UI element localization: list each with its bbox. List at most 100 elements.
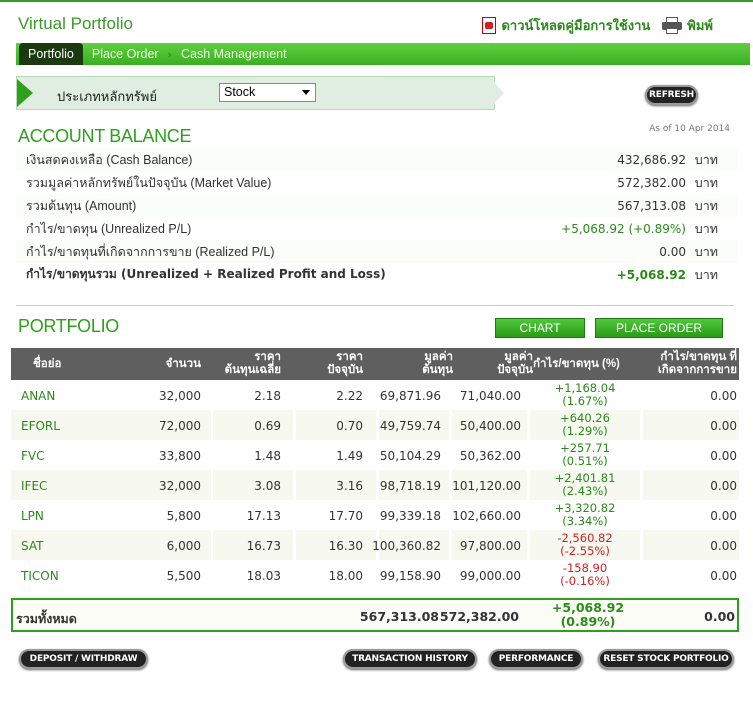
portfolio-title: PORTFOLIO bbox=[18, 316, 119, 336]
account-balance-title: ACCOUNT BALANCE bbox=[18, 126, 192, 146]
chevron-down-icon bbox=[302, 90, 310, 95]
cell-symbol[interactable]: IFEC bbox=[21, 479, 47, 493]
currency-unit: บาท bbox=[694, 151, 718, 167]
cell-symbol[interactable]: EFORL bbox=[21, 419, 60, 433]
chart-button[interactable]: CHART bbox=[495, 318, 585, 338]
download-manual-label: ดาวน์โหลดคู่มือการใช้งาน bbox=[501, 19, 651, 34]
cell-volume: 33,800 bbox=[159, 449, 201, 463]
table-total-row: รวมทั้งหมด 567,313.08 572,382.00 +5,068.… bbox=[11, 598, 739, 632]
cell-cost-value: 99,158.90 bbox=[379, 569, 441, 583]
refresh-button[interactable]: REFRESH bbox=[645, 85, 698, 105]
print-link[interactable]: พิมพ์ bbox=[662, 15, 713, 36]
security-type-select[interactable]: Stock bbox=[219, 83, 316, 102]
cell-unrealized-pl: +3,320.82 (3.34%) bbox=[554, 501, 616, 528]
cell-realized: 0.00 bbox=[710, 419, 737, 433]
currency-unit: บาท bbox=[694, 220, 718, 236]
table-row: IFEC 32,000 3.08 3.16 98,718.19 101,120.00 0.0… bbox=[11, 470, 739, 500]
cell-price: 17.70 bbox=[328, 509, 363, 523]
cell-realized: 0.00 bbox=[710, 449, 737, 463]
cell-volume: 32,000 bbox=[159, 389, 201, 403]
balance-label: กำไร/ขาดทุน (Unrealized P/L) bbox=[26, 221, 192, 236]
cell-market-value: 50,400.00 bbox=[459, 419, 521, 433]
portfolio-table: ชื่อย่อ จำนวน ราคา ต้นทุนเฉลี่ย ราคา ปัจจุ… bbox=[11, 348, 739, 590]
cell-avg-cost: 18.03 bbox=[246, 569, 281, 583]
table-row: TICON 5,500 18.03 18.00 99,158.90 99,000.00 0.… bbox=[11, 560, 739, 590]
cell-avg-cost: 17.13 bbox=[246, 509, 281, 523]
cell-unrealized-pl: -158.90 (-0.16%) bbox=[560, 561, 610, 588]
cell-avg-cost: 16.73 bbox=[246, 539, 281, 553]
total-realized-pl: 0.00 bbox=[704, 609, 735, 624]
cell-market-value: 50,362.00 bbox=[459, 449, 521, 463]
unrealized-pl-row: กำไร/ขาดทุน (Unrealized P/L) +5,068.92 (… bbox=[16, 217, 738, 240]
col-symbol: ชื่อย่อ bbox=[33, 358, 62, 370]
cell-avg-cost: 2.18 bbox=[254, 389, 281, 403]
cell-volume: 72,000 bbox=[159, 419, 201, 433]
cell-price: 3.16 bbox=[336, 479, 363, 493]
cell-volume: 6,000 bbox=[166, 539, 201, 553]
balance-label: รวมต้นทุน (Amount) bbox=[26, 198, 137, 213]
print-label: พิมพ์ bbox=[687, 19, 713, 34]
cell-price: 1.49 bbox=[336, 449, 363, 463]
balance-value: 432,686.92 bbox=[617, 152, 686, 167]
cell-volume: 32,000 bbox=[159, 479, 201, 493]
cell-symbol[interactable]: FVC bbox=[21, 449, 45, 463]
deposit-withdraw-button[interactable]: DEPOSIT / WITHDRAW bbox=[19, 649, 148, 669]
pdf-icon bbox=[482, 17, 497, 34]
total-cost-value: 567,313.08 bbox=[359, 609, 439, 624]
cell-symbol[interactable]: ANAN bbox=[21, 389, 55, 403]
place-order-button[interactable]: PLACE ORDER bbox=[595, 318, 723, 338]
tab-place-order[interactable]: Place Order bbox=[83, 43, 168, 65]
cell-realized: 0.00 bbox=[710, 539, 737, 553]
printer-icon bbox=[662, 17, 683, 34]
cell-price: 16.30 bbox=[328, 539, 363, 553]
table-row: EFORL 72,000 0.69 0.70 49,759.74 50,400.00 0.0… bbox=[11, 410, 739, 440]
cell-realized: 0.00 bbox=[710, 509, 737, 523]
nav-bar: Portfolio Place Order › Cash Management bbox=[16, 43, 750, 65]
cell-unrealized-pl: +640.26 (1.29%) bbox=[560, 411, 610, 438]
tab-cash-management[interactable]: Cash Management bbox=[172, 43, 296, 65]
cell-market-value: 101,120.00 bbox=[452, 479, 521, 493]
cell-avg-cost: 3.08 bbox=[254, 479, 281, 493]
cash-balance-row: เงินสดคงเหลือ (Cash Balance) 432,686.92 … bbox=[16, 148, 738, 171]
cell-unrealized-pl: -2,560.82 (-2.55%) bbox=[557, 531, 613, 558]
account-balance-list: เงินสดคงเหลือ (Cash Balance) 432,686.92 … bbox=[16, 148, 738, 286]
header-actions: ดาวน์โหลดคู่มือการใช้งาน พิมพ์ bbox=[482, 15, 713, 36]
market-value-row: รวมมูลค่าหลักทรัพย์ในปัจจุบัน (Market Va… bbox=[16, 171, 738, 194]
cell-cost-value: 50,104.29 bbox=[379, 449, 441, 463]
cell-avg-cost: 0.69 bbox=[254, 419, 281, 433]
reset-stock-portfolio-button[interactable]: RESET STOCK PORTFOLIO bbox=[598, 649, 734, 669]
total-market-value: 572,382.00 bbox=[439, 609, 519, 624]
col-unrealized-pl: กำไร/ขาดทุน (%) bbox=[533, 358, 620, 370]
balance-value: +5,068.92 bbox=[616, 267, 686, 282]
col-avg-cost: ราคา ต้นทุนเฉลี่ย bbox=[224, 351, 281, 376]
table-body: ANAN 32,000 2.18 2.22 69,871.96 71,040.00 0.00… bbox=[11, 380, 739, 590]
cell-cost-value: 100,360.82 bbox=[372, 539, 441, 553]
cell-cost-value: 98,718.19 bbox=[379, 479, 441, 493]
balance-label: เงินสดคงเหลือ (Cash Balance) bbox=[26, 152, 193, 167]
cell-volume: 5,500 bbox=[166, 569, 201, 583]
balance-value: 572,382.00 bbox=[617, 175, 686, 190]
currency-unit: บาท bbox=[694, 174, 718, 190]
cell-unrealized-pl: +1,168.04 (1.67%) bbox=[554, 381, 616, 408]
col-cost-value: มูลค่า ต้นทุน bbox=[422, 351, 453, 376]
cell-market-value: 102,660.00 bbox=[452, 509, 521, 523]
cell-symbol[interactable]: SAT bbox=[21, 539, 43, 553]
currency-unit: บาท bbox=[694, 266, 718, 282]
cell-price: 18.00 bbox=[328, 569, 363, 583]
cell-realized: 0.00 bbox=[710, 569, 737, 583]
tab-portfolio[interactable]: Portfolio bbox=[19, 43, 83, 65]
cell-symbol[interactable]: LPN bbox=[21, 509, 44, 523]
table-row: LPN 5,800 17.13 17.70 99,339.18 102,660.00 0.0… bbox=[11, 500, 739, 530]
download-manual-link[interactable]: ดาวน์โหลดคู่มือการใช้งาน bbox=[482, 15, 650, 36]
cell-market-value: 99,000.00 bbox=[459, 569, 521, 583]
performance-button[interactable]: PERFORMANCE bbox=[489, 649, 583, 669]
transaction-history-button[interactable]: TRANSACTION HISTORY bbox=[343, 649, 477, 669]
cell-realized: 0.00 bbox=[710, 389, 737, 403]
balance-value: 0.00 bbox=[659, 244, 686, 259]
col-market-value: มูลค่า ปัจจุบัน bbox=[497, 351, 533, 376]
cell-price: 0.70 bbox=[336, 419, 363, 433]
cell-cost-value: 49,759.74 bbox=[379, 419, 441, 433]
cell-symbol[interactable]: TICON bbox=[21, 569, 59, 583]
col-price: ราคา ปัจจุบัน bbox=[327, 351, 363, 376]
security-type-value: Stock bbox=[224, 85, 256, 99]
